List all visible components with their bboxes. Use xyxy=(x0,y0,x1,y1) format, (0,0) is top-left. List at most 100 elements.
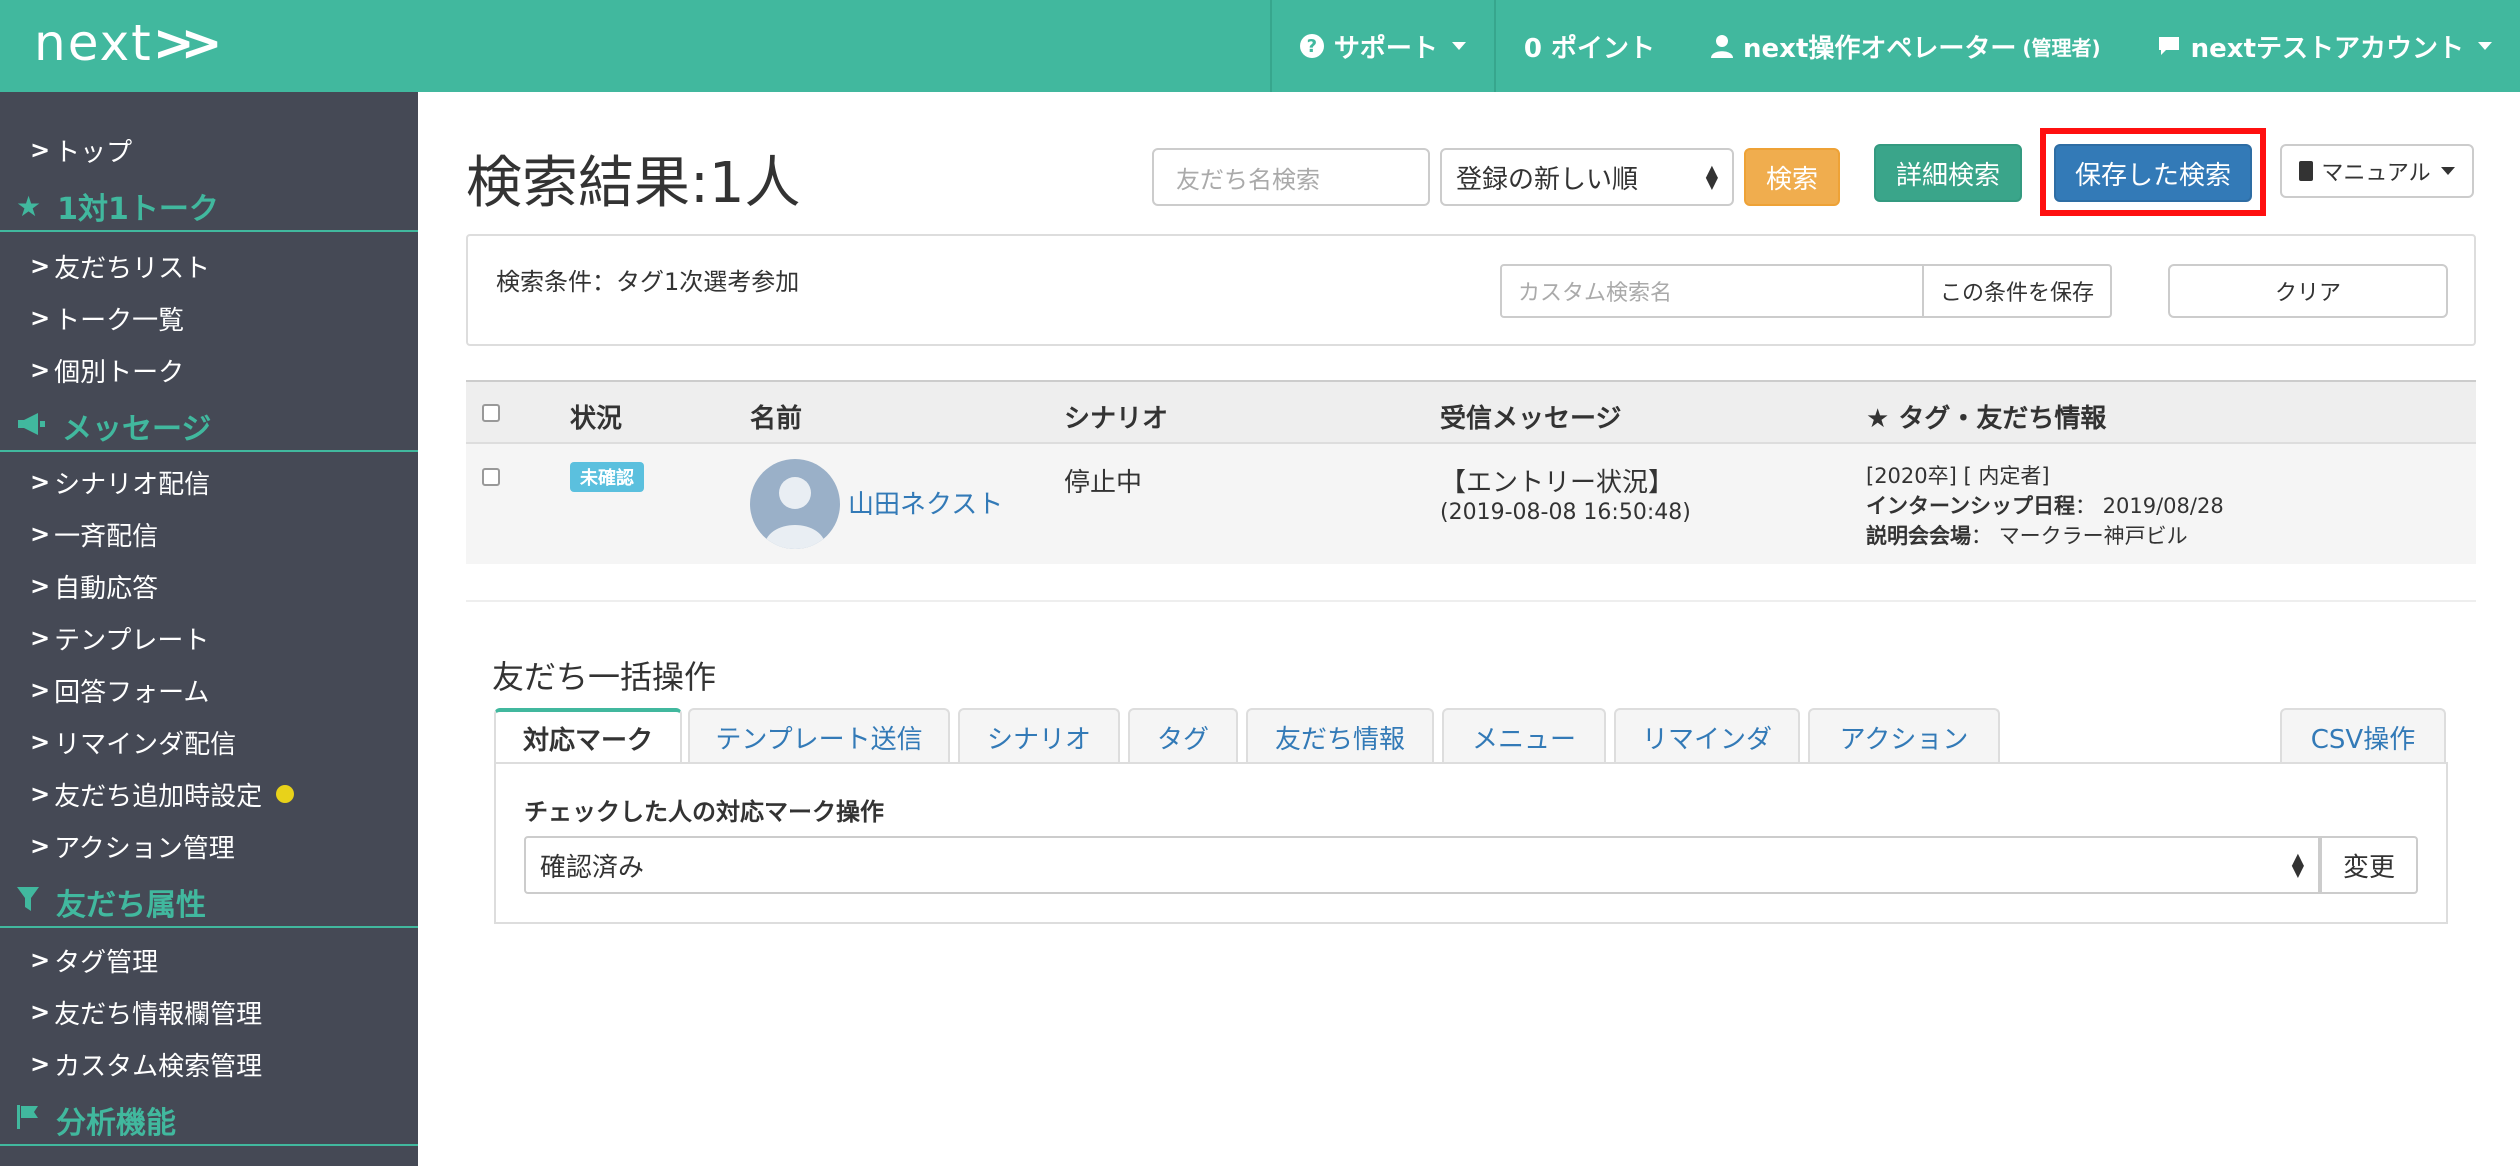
chevron-right-icon: > xyxy=(30,780,51,808)
chevron-right-icon: > xyxy=(30,946,51,974)
caret-down-icon xyxy=(2440,167,2455,175)
response-mark-panel: チェックした人の対応マーク操作 確認済み ▲ ▼ 変更 xyxy=(494,762,2448,924)
search-placeholder: 友だち名検索 xyxy=(1176,165,1320,194)
tab-reminder[interactable]: リマインダ xyxy=(1614,708,1800,764)
sidebar-item-answer-form[interactable]: > 回答フォーム xyxy=(30,670,209,710)
account-menu[interactable]: nextテストアカウント xyxy=(2129,0,2520,92)
sidebar-item-auto-reply[interactable]: > 自動応答 xyxy=(30,566,158,606)
tab-template-send[interactable]: テンプレート送信 xyxy=(688,708,950,764)
chevron-right-icon: > xyxy=(30,728,51,756)
select-all-checkbox[interactable] xyxy=(482,404,500,422)
custom-search-placeholder: カスタム検索名 xyxy=(1518,281,1673,306)
top-nav-menu: ? サポート 0 ポイント next操作オペレーター (管理者) nextテスト… xyxy=(1269,0,2520,92)
sidebar-section-analytics: 分析機能 xyxy=(0,1096,418,1146)
chevron-right-icon: > xyxy=(30,304,51,332)
sidebar-item-template[interactable]: > テンプレート xyxy=(30,618,209,658)
manual-dropdown[interactable]: マニュアル xyxy=(2280,144,2474,198)
scenario-status: 停止中 xyxy=(1064,468,1143,498)
points-label: 0 ポイント xyxy=(1523,33,1656,64)
search-condition-text: 検索条件：タグ1次選考参加 xyxy=(496,268,800,296)
sidebar-item-label: カスタム検索管理 xyxy=(54,1051,263,1082)
sidebar-section-title: メッセージ xyxy=(62,412,212,447)
info-label: インターンシップ日程 xyxy=(1866,494,2075,518)
points-link[interactable]: 0 ポイント xyxy=(1493,0,1683,92)
divider xyxy=(466,600,2476,602)
sidebar-item-reminder[interactable]: > リマインダ配信 xyxy=(30,722,236,762)
tab-action[interactable]: アクション xyxy=(1808,708,2000,764)
info-value: 2019/08/28 xyxy=(2102,494,2224,518)
sidebar-item-talk-list[interactable]: > トーク一覧 xyxy=(30,298,184,338)
sidebar-item-custom-search-management[interactable]: > カスタム検索管理 xyxy=(30,1044,262,1084)
friend-name-link[interactable]: 山田ネクスト xyxy=(848,484,1003,521)
sidebar-item-broadcast[interactable]: > 一斉配信 xyxy=(30,514,158,554)
chevron-right-icon: > xyxy=(30,356,51,384)
sidebar-item-tag-management[interactable]: > タグ管理 xyxy=(30,940,158,980)
operator-role: (管理者) xyxy=(2022,35,2101,60)
sidebar-section-title: 分析機能 xyxy=(56,1106,176,1141)
bullhorn-icon xyxy=(16,410,46,443)
sidebar-item-top[interactable]: > トップ xyxy=(30,130,132,170)
sidebar-item-label: 回答フォーム xyxy=(54,677,210,708)
row-checkbox[interactable] xyxy=(482,468,500,486)
chevron-right-icon: > xyxy=(30,136,51,164)
tab-friend-info[interactable]: 友だち情報 xyxy=(1246,708,1434,764)
custom-search-name-input[interactable]: カスタム検索名 xyxy=(1500,264,1924,318)
tab-tag[interactable]: タグ xyxy=(1128,708,1238,764)
received-message-time: (2019-08-08 16:50:48) xyxy=(1440,500,1691,525)
column-header-status[interactable]: 状況 xyxy=(570,398,622,435)
panel-label: チェックした人の対応マーク操作 xyxy=(524,798,884,826)
sidebar-item-scenario[interactable]: > シナリオ配信 xyxy=(30,462,210,502)
chevron-right-icon: > xyxy=(30,572,51,600)
sidebar-item-label: トップ xyxy=(54,137,133,168)
operator-menu[interactable]: next操作オペレーター (管理者) xyxy=(1683,0,2129,92)
sidebar-section-title: 1対1トーク xyxy=(57,192,219,227)
tab-menu[interactable]: メニュー xyxy=(1442,708,1606,764)
response-mark-value: 確認済み xyxy=(540,852,645,883)
sidebar-section-message: メッセージ xyxy=(0,402,418,452)
sidebar-item-label: リマインダ配信 xyxy=(54,729,237,760)
chevron-right-icon: > xyxy=(30,832,51,860)
support-menu[interactable]: ? サポート xyxy=(1269,0,1494,92)
friend-name-search-input[interactable]: 友だち名検索 xyxy=(1152,148,1430,206)
sidebar-section-title: 友だち属性 xyxy=(56,888,206,923)
change-button[interactable]: 変更 xyxy=(2320,836,2418,894)
search-button[interactable]: 検索 xyxy=(1744,148,1840,206)
response-mark-select[interactable]: 確認済み ▲ ▼ xyxy=(524,836,2320,894)
clear-button[interactable]: クリア xyxy=(2168,264,2448,318)
sidebar-item-friend-list[interactable]: > 友だちリスト xyxy=(30,246,210,286)
sidebar-item-friend-info-management[interactable]: > 友だち情報欄管理 xyxy=(30,992,262,1032)
sidebar-item-label: シナリオ配信 xyxy=(54,469,211,500)
sidebar-item-action-management[interactable]: > アクション管理 xyxy=(30,826,235,866)
app-logo[interactable]: next>> xyxy=(34,14,223,72)
support-label: サポート xyxy=(1333,33,1438,64)
caret-down-icon xyxy=(1451,42,1466,50)
sort-value: 登録の新しい順 xyxy=(1456,164,1639,195)
sort-select[interactable]: 登録の新しい順 ▲ ▼ xyxy=(1440,148,1734,206)
received-message: 【エントリー状況】 xyxy=(1440,468,1675,498)
sidebar-item-friend-add-settings[interactable]: > 友だち追加時設定 xyxy=(30,774,295,814)
highlight-box xyxy=(2040,128,2266,216)
tab-csv[interactable]: CSV操作 xyxy=(2280,708,2446,764)
tab-scenario[interactable]: シナリオ xyxy=(958,708,1120,764)
column-header-tags[interactable]: ★ タグ・友だち情報 xyxy=(1866,398,2106,435)
chevron-right-icon: > xyxy=(30,468,51,496)
info-label: 説明会会場 xyxy=(1866,524,1971,548)
info-separator: ： xyxy=(2074,494,2103,518)
filter-icon xyxy=(16,886,40,919)
tab-response-mark[interactable]: 対応マーク xyxy=(494,708,682,764)
column-header-name[interactable]: 名前 xyxy=(750,398,802,435)
save-condition-button[interactable]: この条件を保存 xyxy=(1922,264,2112,318)
advanced-search-button[interactable]: 詳細検索 xyxy=(1874,144,2022,202)
sidebar-item-individual-talk[interactable]: > 個別トーク xyxy=(30,350,184,390)
search-condition-panel: 検索条件：タグ1次選考参加 カスタム検索名 この条件を保存 クリア xyxy=(466,234,2476,346)
column-header-message[interactable]: 受信メッセージ xyxy=(1440,398,1621,435)
sidebar-item-label: 自動応答 xyxy=(54,573,159,604)
sidebar-section-attributes: 友だち属性 xyxy=(0,878,418,928)
sidebar-section-talk: ★ 1対1トーク xyxy=(0,182,418,232)
manual-label: マニュアル xyxy=(2321,161,2431,186)
table-row: 未確認 山田ネクスト 停止中 【エントリー状況】 (2019-08-08 16:… xyxy=(466,444,2476,564)
bulk-operations-title: 友だち一括操作 xyxy=(492,658,717,696)
column-header-scenario[interactable]: シナリオ xyxy=(1064,398,1168,435)
avatar[interactable] xyxy=(750,459,840,549)
chevron-right-icon: > xyxy=(30,624,51,652)
